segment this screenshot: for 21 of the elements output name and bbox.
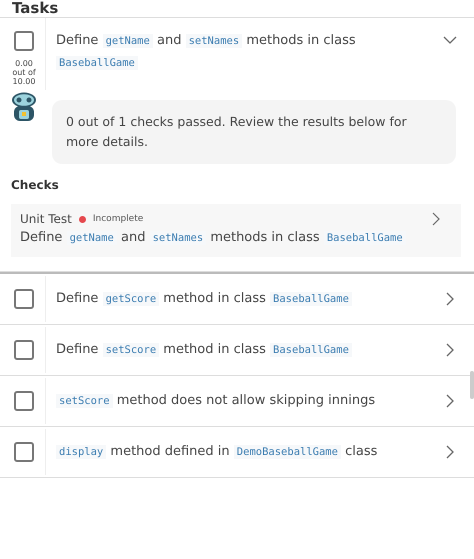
section-heading: Tasks	[0, 0, 474, 18]
task-title: Define getScore method in class BaseballGame	[46, 288, 442, 310]
scrollbar-thumb[interactable]	[470, 371, 474, 399]
check-status: Incomplete	[92, 214, 144, 224]
task-title: setScore method does not allow skipping innings	[46, 390, 442, 412]
feedback-message: 0 out of 1 checks passed. Review the results below for more details.	[52, 100, 456, 164]
checkbox[interactable]	[14, 31, 34, 51]
checkbox[interactable]	[14, 442, 34, 462]
score-text: 0.00 out of 10.00	[12, 59, 36, 86]
checkbox[interactable]	[14, 391, 34, 411]
task-title: Define getName and setNames methods in class BaseballGame	[55, 32, 357, 72]
check-card[interactable]: Unit Test Incomplete Define getName and setNames methods in class BaseballGame	[11, 204, 461, 257]
check-description: Define getName and setNames methods in class BaseballGame	[20, 227, 451, 249]
task-title: display method defined in DemoBaseballGame class	[46, 441, 442, 463]
checkbox[interactable]	[14, 289, 34, 309]
robot-avatar-icon	[10, 92, 38, 122]
checkbox[interactable]	[14, 340, 34, 360]
task-title: Define setScore method in class BaseballGame	[46, 339, 442, 361]
check-type: Unit Test	[20, 212, 72, 226]
chevron-right-icon	[431, 212, 441, 226]
checks-heading: Checks	[11, 178, 60, 192]
